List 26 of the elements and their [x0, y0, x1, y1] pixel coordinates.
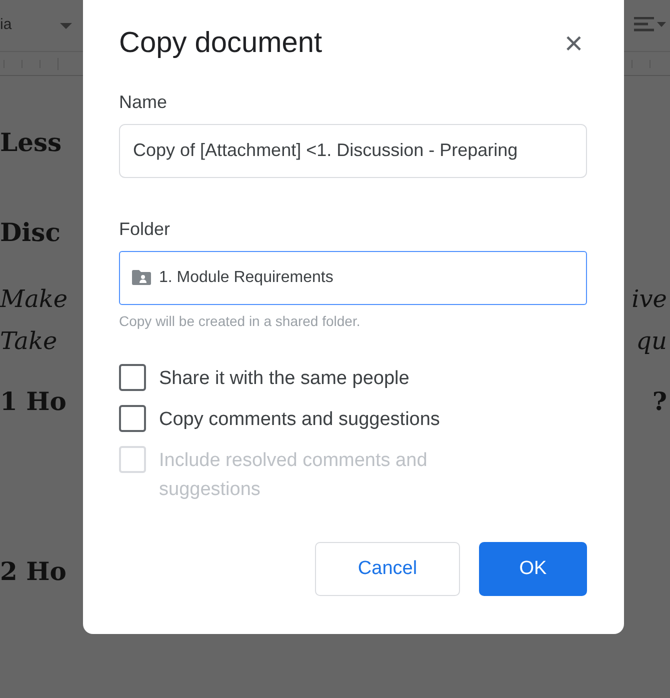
caret-icon — [60, 22, 72, 28]
field-label: Name — [119, 90, 168, 114]
close-button[interactable]: × — [560, 27, 587, 60]
checkbox[interactable] — [119, 364, 146, 391]
document-text: Make — [0, 284, 69, 315]
document-text: qu — [636, 326, 668, 357]
document-text: Disc — [0, 217, 62, 250]
document-text: Take — [0, 326, 58, 357]
checkbox-label: Include resolved comments and suggestions — [159, 448, 428, 502]
field-label: Folder — [119, 218, 172, 241]
helper-text: Copy will be created in a shared folder. — [119, 312, 362, 331]
dialog-title: Copy document — [119, 26, 322, 61]
ok-button[interactable]: OK — [479, 542, 587, 596]
name-field[interactable]: Copy of [Attachment] <1. Discussion - Preparing — [119, 124, 587, 178]
document-text: ive — [632, 284, 668, 315]
folder-field[interactable]: 1. Module Requirements — [119, 250, 587, 305]
document-text: 2 Ho — [0, 556, 68, 588]
cancel-button[interactable]: Cancel — [315, 542, 460, 596]
document-text: ? — [652, 386, 668, 418]
folder-name: 1. Module Requirements — [159, 268, 334, 288]
checkbox-label[interactable]: Copy comments and suggestions — [159, 404, 440, 434]
checkbox[interactable] — [119, 404, 146, 432]
document-text: Less — [0, 127, 63, 160]
shared-folder-icon — [132, 270, 151, 286]
document-text: 1 Ho — [0, 386, 68, 418]
checkbox-label[interactable]: Share it with the same people — [159, 364, 410, 393]
